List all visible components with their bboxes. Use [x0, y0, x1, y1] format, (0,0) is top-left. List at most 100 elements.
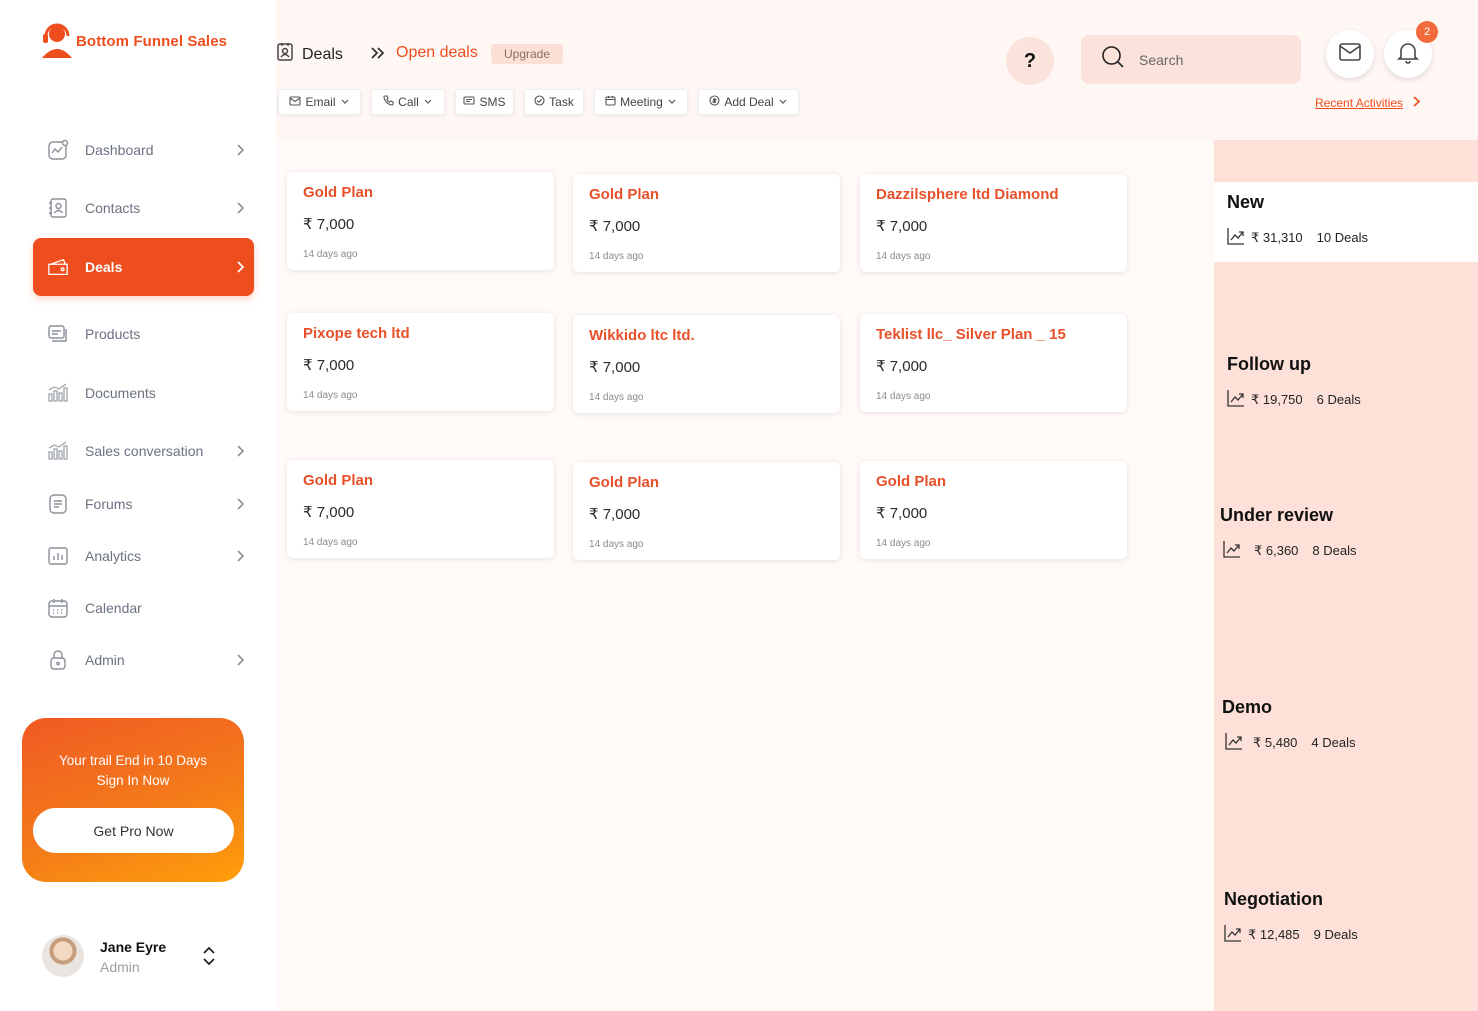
deal-age: 14 days ago [876, 391, 931, 402]
mail-icon [1338, 42, 1362, 67]
sidebar-item-label: Documents [85, 385, 156, 401]
analytics-icon [47, 545, 69, 567]
sms-action-button[interactable]: SMS [455, 89, 514, 115]
deal-title: Gold Plan [303, 472, 374, 489]
headset-logo-icon [42, 23, 72, 58]
stage-name: Under review [1220, 505, 1334, 525]
sidebar-item-label: Dashboard [85, 142, 154, 158]
deal-amount: ₹ 7,000 [876, 358, 928, 375]
trial-promo-card: Your trail End in 10 Days Sign In Now Ge… [22, 718, 244, 882]
deal-title: Gold Plan [303, 184, 374, 201]
deal-card[interactable]: Gold Plan ₹ 7,000 14 days ago [287, 172, 554, 270]
sidebar-item-products[interactable]: Products [33, 311, 254, 357]
brand-logo[interactable]: Bottom Funnel Sales [40, 22, 227, 60]
deal-card[interactable]: Pixope tech ltd ₹ 7,000 14 days ago [287, 313, 554, 411]
recent-activities-link[interactable]: Recent Activities [1315, 96, 1421, 110]
check-circle-icon [534, 95, 545, 109]
sidebar-item-analytics[interactable]: Analytics [33, 533, 254, 579]
calendar-icon [47, 597, 69, 619]
breadcrumb-deals[interactable]: Deals [276, 42, 343, 67]
stage-new[interactable]: New ₹ 31,310 10 Deals [1227, 192, 1368, 248]
help-button[interactable]: ? [1006, 37, 1054, 85]
get-pro-button[interactable]: Get Pro Now [33, 808, 234, 853]
forums-icon [47, 493, 69, 515]
task-action-button[interactable]: Task [524, 89, 584, 115]
expand-collapse-icon[interactable] [202, 945, 216, 972]
deal-card[interactable]: Gold Plan ₹ 7,000 14 days ago [573, 462, 840, 560]
chevron-right-icon [236, 144, 244, 156]
sidebar-item-calendar[interactable]: Calendar [33, 585, 254, 631]
sales-conversation-icon [47, 440, 69, 462]
add-deal-button[interactable]: Add Deal [698, 89, 799, 115]
email-action-button[interactable]: Email [278, 89, 361, 115]
breadcrumb-root-label: Deals [302, 45, 343, 63]
stage-under-review[interactable]: Under review ₹ 6,360 8 Deals [1220, 505, 1357, 561]
deal-amount: ₹ 7,000 [876, 218, 928, 235]
sidebar-item-deals[interactable]: Deals [33, 238, 254, 296]
deal-card[interactable]: Gold Plan ₹ 7,000 14 days ago [860, 461, 1127, 559]
deal-card[interactable]: Gold Plan ₹ 7,000 14 days ago [573, 174, 840, 272]
contacts-book-icon [276, 42, 294, 67]
deal-card[interactable]: Teklist llc_ Silver Plan _ 15 ₹ 7,000 14… [860, 314, 1127, 412]
deal-amount: ₹ 7,000 [303, 504, 355, 521]
search-bar[interactable] [1081, 35, 1301, 84]
lock-icon [47, 649, 69, 671]
sidebar-item-admin[interactable]: Admin [33, 637, 254, 683]
user-profile[interactable]: Jane Eyre Admin [42, 935, 232, 979]
meeting-action-button[interactable]: Meeting [594, 89, 688, 115]
phone-icon [383, 95, 394, 109]
chevron-right-icon [1413, 96, 1421, 110]
deal-amount: ₹ 7,000 [303, 216, 355, 233]
stage-amount: ₹ 19,750 [1251, 391, 1303, 407]
deal-amount: ₹ 7,000 [589, 506, 641, 523]
deal-card[interactable]: Gold Plan ₹ 7,000 14 days ago [287, 460, 554, 558]
stage-amount: ₹ 12,485 [1248, 926, 1300, 942]
stage-deal-count: 6 Deals [1316, 392, 1361, 407]
sidebar-item-dashboard[interactable]: Dashboard [33, 127, 254, 173]
user-name: Jane Eyre [100, 939, 167, 955]
deal-title: Gold Plan [876, 473, 947, 490]
bell-icon [1396, 40, 1420, 69]
sidebar-item-forums[interactable]: Forums [33, 481, 254, 527]
deal-age: 14 days ago [303, 390, 358, 401]
deal-title: Gold Plan [589, 186, 660, 203]
deal-card[interactable]: Dazzilsphere ltd Diamond ₹ 7,000 14 days… [860, 174, 1127, 272]
search-icon [1101, 45, 1125, 74]
search-input[interactable] [1139, 51, 1279, 68]
action-label: Email [305, 95, 336, 109]
deal-card[interactable]: Wikkido ltc ltd. ₹ 7,000 14 days ago [573, 315, 840, 413]
deal-age: 14 days ago [589, 251, 644, 262]
trend-up-icon [1227, 389, 1245, 410]
breadcrumb-current[interactable]: Open deals [396, 44, 478, 62]
deal-age: 14 days ago [303, 249, 358, 260]
sidebar-item-sales-conversation[interactable]: Sales conversation [33, 428, 254, 474]
call-action-button[interactable]: Call [371, 89, 445, 115]
messages-button[interactable] [1326, 30, 1374, 78]
trend-up-icon [1227, 227, 1245, 248]
chevron-down-icon [340, 95, 350, 109]
deal-age: 14 days ago [589, 539, 644, 550]
stage-amount: ₹ 31,310 [1251, 229, 1303, 245]
stage-demo[interactable]: Demo ₹ 5,480 4 Deals [1222, 697, 1356, 753]
trend-up-icon [1225, 732, 1243, 753]
stage-negotiation[interactable]: Negotiation ₹ 12,485 9 Deals [1224, 889, 1358, 945]
contacts-icon [47, 197, 69, 219]
deal-amount: ₹ 7,000 [303, 357, 355, 374]
promo-signin-text[interactable]: Sign In Now [22, 771, 244, 791]
promo-trial-text: Your trail End in 10 Days [58, 753, 208, 768]
chevron-down-icon [778, 95, 788, 109]
deal-age: 14 days ago [876, 538, 931, 549]
action-label: SMS [479, 95, 506, 109]
sidebar-item-documents[interactable]: Documents [33, 370, 254, 416]
documents-icon [47, 382, 69, 404]
notification-count-badge: 2 [1416, 21, 1438, 43]
stage-follow-up[interactable]: Follow up ₹ 19,750 6 Deals [1227, 354, 1361, 410]
chevron-right-icon [236, 654, 244, 666]
double-chevron-right-icon [369, 45, 387, 66]
notifications-button[interactable]: 2 [1384, 21, 1438, 78]
stage-name: Demo [1222, 697, 1273, 717]
products-icon [47, 323, 69, 345]
sidebar-item-label: Calendar [85, 600, 142, 616]
sidebar-item-contacts[interactable]: Contacts [33, 185, 254, 231]
upgrade-badge[interactable]: Upgrade [491, 44, 563, 64]
